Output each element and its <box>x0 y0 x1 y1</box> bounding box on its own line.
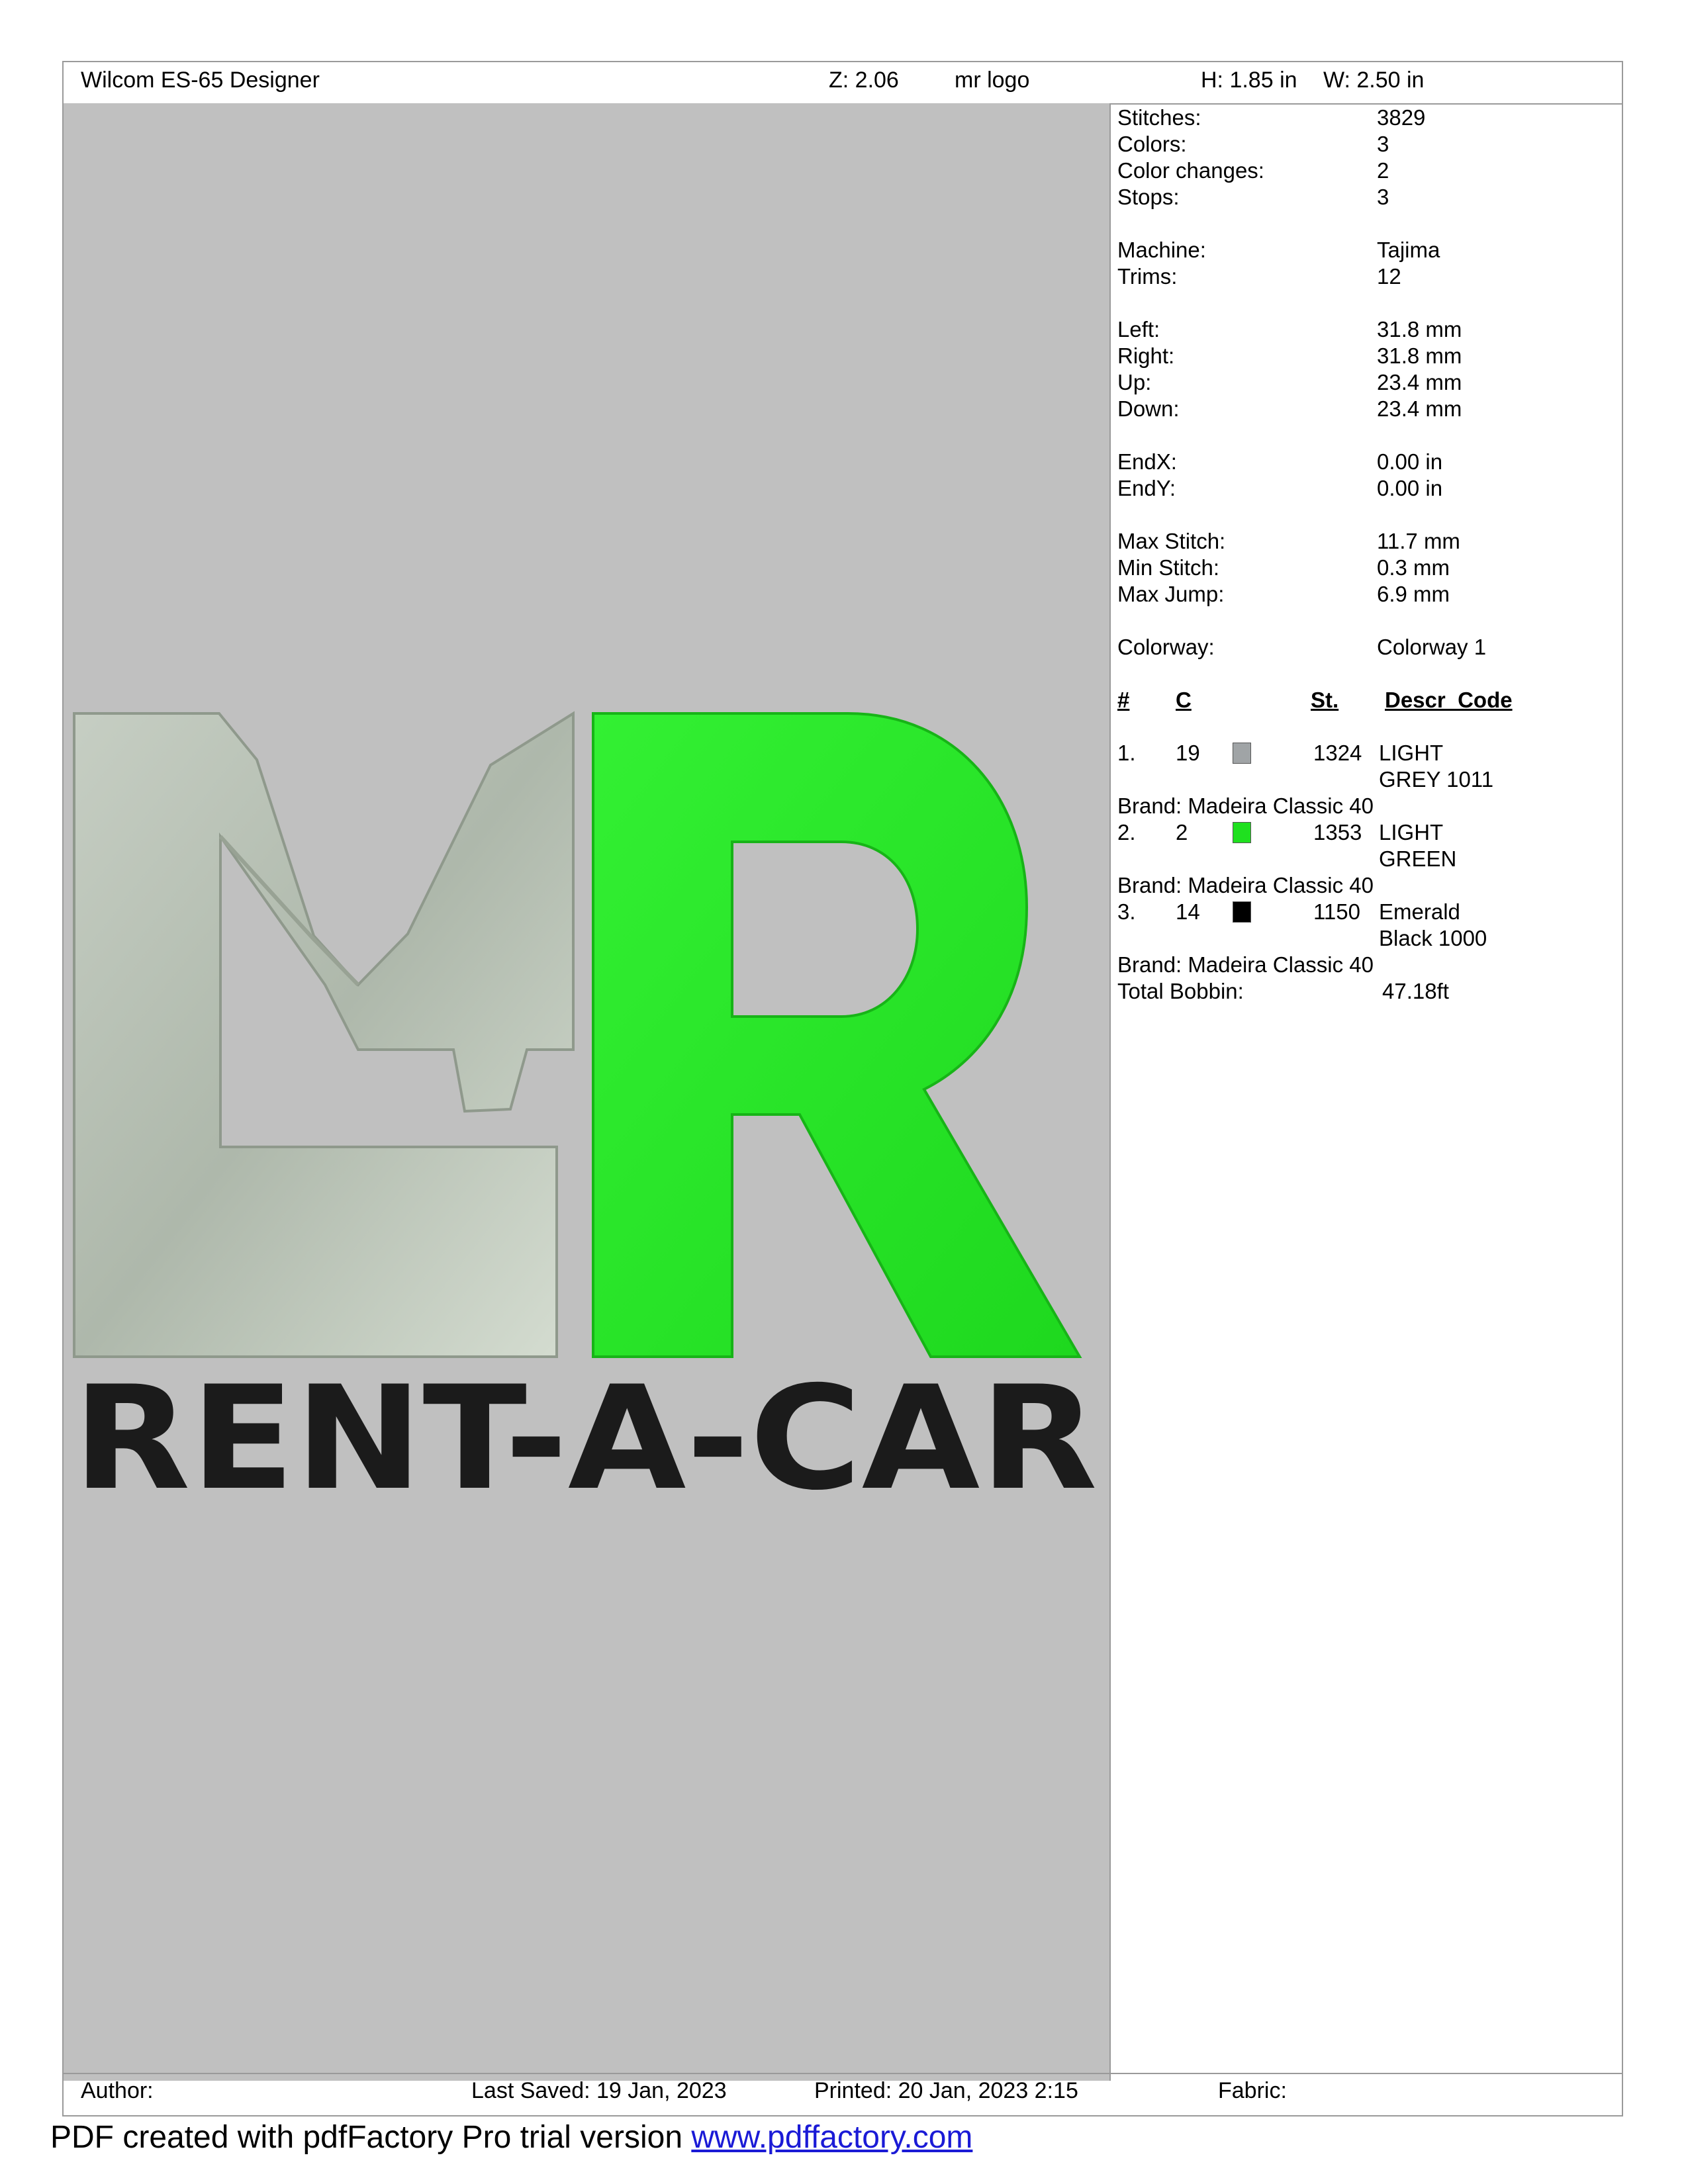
thread-3-descr-line2: Black 1000 <box>1379 926 1487 950</box>
table-header-stitches: St. <box>1311 688 1339 712</box>
thread-3-swatch <box>1233 901 1251 923</box>
thread-1-swatch <box>1233 743 1251 764</box>
thread-2-stitches: 1353 <box>1313 820 1362 844</box>
thread-1-stitches: 1324 <box>1313 741 1362 765</box>
table-header-num: # <box>1117 688 1130 712</box>
thread-1-brand: Brand: Madeira Classic 40 <box>1117 794 1374 818</box>
thread-1-code: 19 <box>1176 741 1200 765</box>
design-height: H: 1.85 in <box>1201 68 1297 93</box>
embroidery-logo: RENT-A-CAR <box>73 711 1098 1522</box>
footer-last-saved: Last Saved: 19 Jan, 2023 <box>471 2078 727 2103</box>
thread-2-descr-line2: GREEN <box>1379 846 1457 871</box>
thread-1-descr-line1: LIGHT <box>1379 741 1444 765</box>
footer-bar: Author: Last Saved: 19 Jan, 2023 Printed… <box>64 2073 1622 2115</box>
table-header-color: C <box>1176 688 1192 712</box>
thread-3-stitches: 1150 <box>1313 899 1360 924</box>
logo-letter-r-green <box>592 712 1082 1358</box>
thread-2-brand: Brand: Madeira Classic 40 <box>1117 873 1374 897</box>
footer-fabric: Fabric: <box>1218 2078 1287 2103</box>
thread-2-descr-line1: LIGHT <box>1379 820 1444 844</box>
thread-2-code: 2 <box>1176 820 1188 844</box>
design-width: W: 2.50 in <box>1323 68 1425 93</box>
thread-3-code: 14 <box>1176 899 1200 924</box>
page-frame: Wilcom ES-65 Designer Z: 2.06 mr logo H:… <box>62 61 1623 2116</box>
design-canvas: RENT-A-CAR <box>64 103 1111 2081</box>
pdf-note-text: PDF created with pdfFactory Pro trial ve… <box>50 2120 692 2155</box>
thread-1-descr-line2: GREY 1011 <box>1379 767 1494 792</box>
footer-printed: Printed: 20 Jan, 2023 2:15 <box>814 2078 1078 2103</box>
thread-3-descr-line1: Emerald <box>1379 899 1460 924</box>
thread-3-num: 3. <box>1117 899 1136 924</box>
thread-3-brand: Brand: Madeira Classic 40 <box>1117 952 1374 977</box>
pdffactory-link[interactable]: www.pdffactory.com <box>691 2120 972 2155</box>
logo-letter-m-grey <box>73 711 575 1358</box>
logo-text-rent-a-car: RENT-A-CAR <box>73 1355 1098 1522</box>
total-bobbin-label: Total Bobbin: <box>1117 979 1244 1003</box>
footer-author: Author: <box>81 2078 154 2103</box>
thread-2-num: 2. <box>1117 820 1136 844</box>
app-name: Wilcom ES-65 Designer <box>81 68 320 93</box>
zoom-level: Z: 2.06 <box>829 68 899 93</box>
design-name: mr logo <box>955 68 1030 93</box>
pdf-creator-note: PDF created with pdfFactory Pro trial ve… <box>50 2119 972 2156</box>
thread-2-swatch <box>1233 822 1251 843</box>
header-bar: Wilcom ES-65 Designer Z: 2.06 mr logo H:… <box>64 62 1622 105</box>
total-bobbin-value: 47.18ft <box>1382 979 1449 1003</box>
table-header-descr: Descr_Code <box>1385 688 1513 712</box>
thread-1-num: 1. <box>1117 741 1136 765</box>
